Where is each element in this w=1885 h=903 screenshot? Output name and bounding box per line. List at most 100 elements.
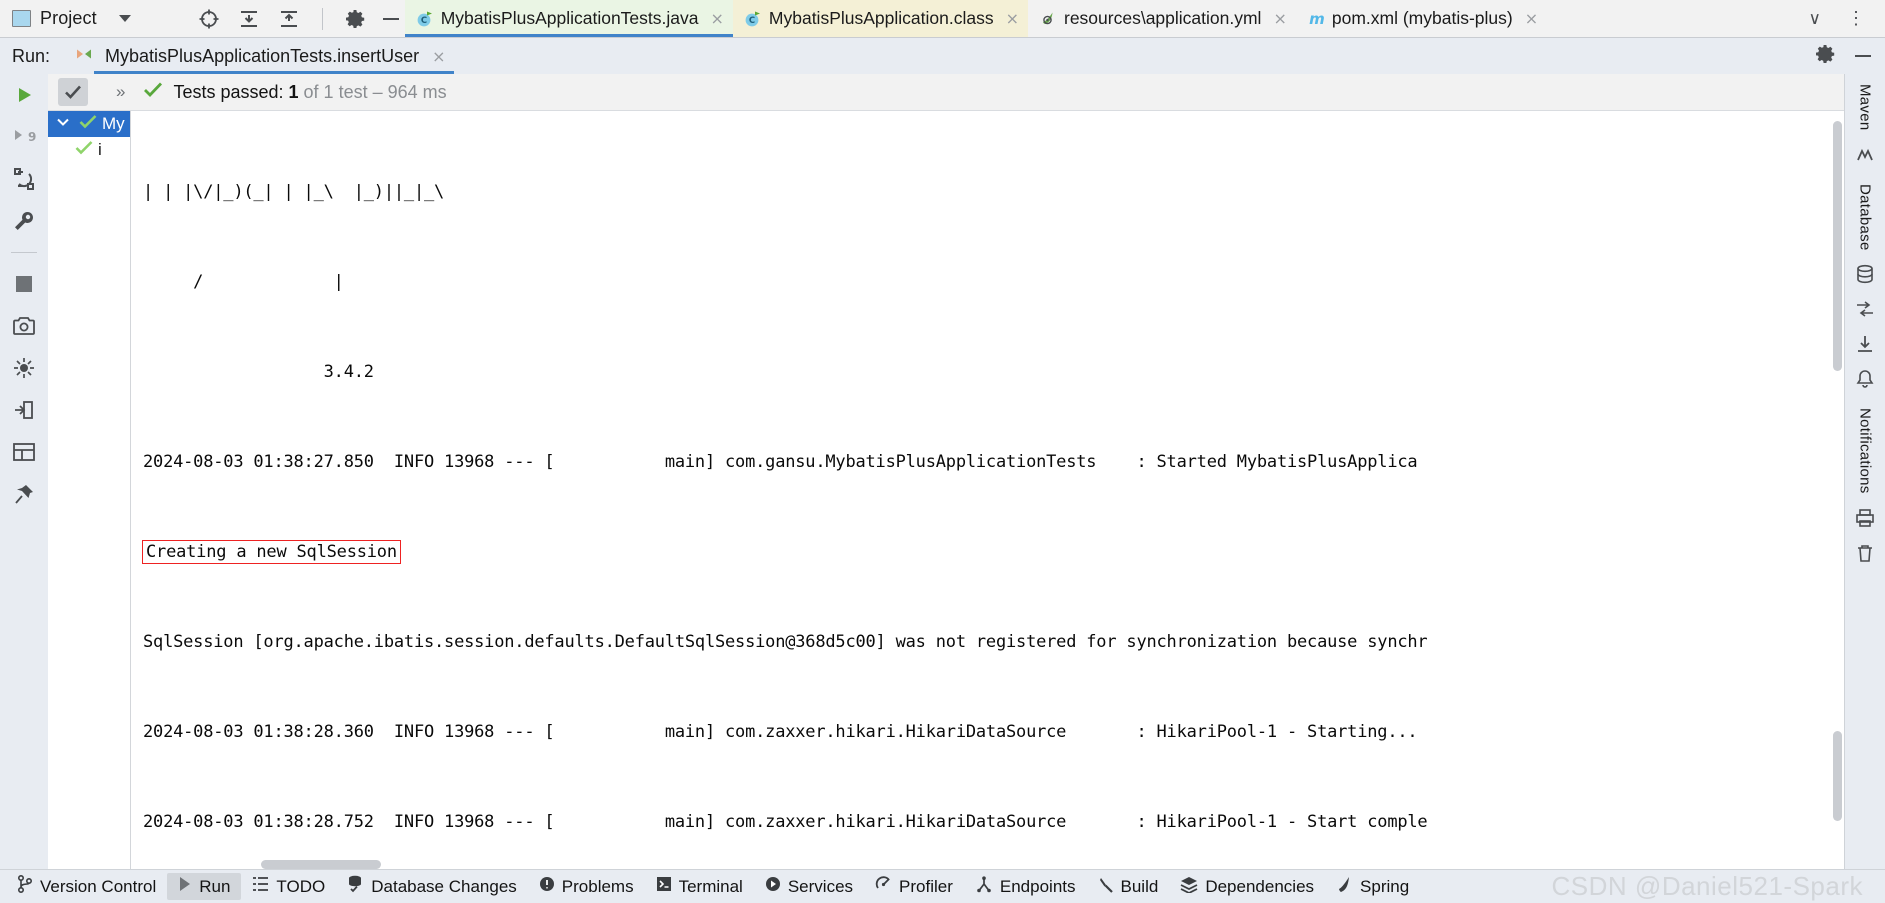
console-output[interactable]: | | |\/|_)(_| | |_\ |_)||_|_\ / | 3.4.2 … (131, 111, 1844, 869)
test-tree-label: i (98, 140, 102, 159)
minimize-icon[interactable] (1855, 55, 1871, 57)
layers-icon (1180, 876, 1198, 898)
console-line-creating-sqlsession: Creating a new SqlSession (142, 537, 1844, 567)
svg-text:C: C (749, 16, 755, 26)
expand-toolbar-icon[interactable]: » (98, 82, 133, 102)
close-icon[interactable]: × (1273, 10, 1286, 27)
scrollbar-thumb-secondary[interactable] (1833, 731, 1842, 821)
thread-dump-icon[interactable] (11, 355, 37, 381)
editor-tab-pom-xml[interactable]: m pom.xml (mybatis-plus) × (1295, 0, 1548, 37)
print-icon[interactable] (1855, 508, 1875, 533)
project-toolbar-icons (143, 0, 405, 37)
status-item-label: Version Control (40, 876, 157, 896)
status-item-label: Endpoints (999, 876, 1076, 896)
chevron-down-icon[interactable] (118, 15, 131, 22)
editor-tab-mybatisplusapplicationtests-java[interactable]: C MybatisPlusApplicationTests.java × (404, 0, 733, 37)
status-item-label: Build (1120, 876, 1159, 896)
status-item-dependencies[interactable]: Dependencies (1169, 873, 1325, 900)
editor-tab-application-yml[interactable]: resources\application.yml × (1028, 0, 1296, 37)
console-line-banner1: | | |\/|_)(_| | |_\ |_)||_|_\ (143, 182, 445, 202)
run-toolwindow-header: Run: MybatisPlusApplicationTests.insertU… (0, 38, 1885, 74)
chevron-down-icon[interactable]: ∨ (1795, 9, 1835, 29)
export-icon[interactable] (11, 397, 37, 423)
tests-passed-suffix: of 1 test – 964 ms (298, 81, 447, 102)
expand-all-icon[interactable] (238, 8, 260, 30)
tab-label: resources\application.yml (1064, 8, 1262, 28)
run-config-name: MybatisPlusApplicationTests.insertUser (105, 45, 420, 66)
collapse-all-icon[interactable] (278, 8, 300, 30)
play-icon (178, 876, 192, 897)
close-icon[interactable]: × (1525, 10, 1538, 27)
console-line-version: 3.4.2 (143, 362, 374, 382)
sidebar-item-database[interactable]: Database (1857, 180, 1874, 255)
rerun-arrows-icon (74, 46, 96, 67)
test-tree-label: My (102, 114, 125, 133)
status-item-build[interactable]: Build (1087, 873, 1170, 900)
locate-icon[interactable] (198, 8, 220, 30)
status-item-profiler[interactable]: Profiler (864, 873, 964, 900)
rerun-automatically-icon[interactable] (11, 166, 37, 192)
editor-tab-mybatisplusapplication-class[interactable]: C MybatisPlusApplication.class × (732, 0, 1028, 37)
rerun-failed-tests-icon[interactable]: 9 (11, 124, 37, 150)
maven-sidebar-icon[interactable] (1855, 145, 1875, 170)
project-icon (12, 10, 31, 27)
status-item-label: Profiler (899, 876, 953, 896)
close-icon[interactable]: × (432, 47, 445, 66)
status-item-todo[interactable]: TODO (241, 873, 336, 900)
status-item-run[interactable]: Run (167, 873, 242, 900)
show-passed-toggle[interactable] (58, 78, 88, 106)
stop-icon[interactable] (11, 271, 37, 297)
more-options-icon[interactable]: ⋮ (1835, 9, 1877, 27)
test-results-tree: My i (48, 111, 131, 869)
notifications-bell-icon[interactable] (1855, 369, 1875, 394)
configure-wrench-icon[interactable] (11, 208, 37, 234)
close-icon[interactable]: × (711, 10, 724, 27)
test-status-bar: » Tests passed: 1 of 1 test – 964 ms (48, 74, 1844, 111)
tab-label: MybatisPlusApplicationTests.java (440, 8, 699, 28)
exclamation-icon (539, 876, 555, 897)
test-tree-row-method[interactable]: i (48, 137, 130, 163)
settings-gear-icon[interactable] (345, 9, 365, 29)
close-icon[interactable]: × (1006, 10, 1019, 27)
pin-icon[interactable] (11, 481, 37, 507)
console-line-sqlsession: SqlSession [org.apache.ibatis.session.de… (143, 632, 1428, 652)
status-item-spring[interactable]: Spring (1325, 873, 1420, 900)
branch-icon (17, 874, 33, 898)
status-item-label: Dependencies (1205, 876, 1315, 896)
status-item-label: Problems (561, 876, 634, 896)
yaml-spring-icon (1039, 10, 1057, 28)
test-tree-row-suite[interactable]: My (48, 111, 130, 137)
sidebar-item-notifications[interactable]: Notifications (1857, 404, 1874, 498)
layout-icon[interactable] (11, 439, 37, 465)
console-line-banner2: / | (143, 272, 344, 292)
screenshot-camera-icon[interactable] (11, 313, 37, 339)
svg-text:9: 9 (28, 130, 36, 144)
run-toolwindow-body: 9 » Tests passed: 1 of 1 test – 964 ms M… (0, 74, 1885, 869)
sidebar-item-maven[interactable]: Maven (1857, 80, 1874, 135)
java-class-run-icon: C (744, 10, 762, 28)
console-horizontal-scrollbar[interactable] (261, 860, 381, 869)
status-item-services[interactable]: Services (754, 873, 864, 900)
project-tool-header: Project (0, 0, 143, 37)
import-icon[interactable] (1855, 334, 1875, 359)
status-item-endpoints[interactable]: Endpoints (964, 873, 1087, 900)
bottom-status-bar: Version Control Run TODO Database Change… (0, 869, 1885, 903)
chevron-down-icon[interactable] (48, 114, 74, 134)
list-icon (252, 876, 269, 897)
database-icon (347, 875, 364, 898)
settings-gear-icon[interactable] (1815, 44, 1835, 69)
status-item-terminal[interactable]: Terminal (645, 873, 754, 900)
status-item-database-changes[interactable]: Database Changes (336, 873, 528, 900)
status-item-problems[interactable]: Problems (528, 873, 645, 900)
run-configuration-tab[interactable]: MybatisPlusApplicationTests.insertUser × (72, 38, 454, 74)
trash-icon[interactable] (1855, 543, 1875, 568)
scrollbar-thumb[interactable] (1833, 121, 1842, 371)
watermark-text: CSDN @Daniel521-Spark (1551, 871, 1863, 901)
top-toolbar: Project C MybatisPlusApplicationTests.ja… (0, 0, 1885, 38)
status-item-version-control[interactable]: Version Control (6, 873, 167, 900)
diff-icon[interactable] (1855, 299, 1875, 324)
database-sidebar-icon[interactable] (1855, 264, 1875, 289)
console-vertical-scrollbar[interactable] (1830, 111, 1844, 869)
rerun-play-icon[interactable] (11, 82, 37, 108)
hide-icon[interactable] (382, 17, 399, 20)
